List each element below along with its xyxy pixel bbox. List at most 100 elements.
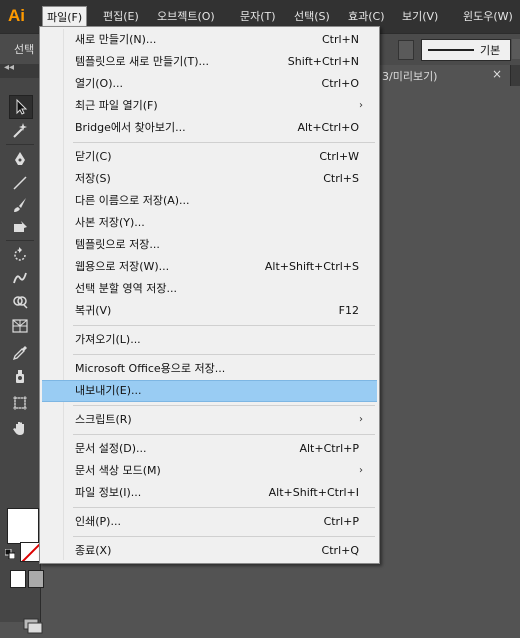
menu-effect[interactable]: 효과(C) <box>344 6 389 27</box>
menu-item-label: 종료(X) <box>75 544 112 557</box>
opacity-dropdown[interactable] <box>398 40 414 60</box>
menu-item-label: 템플릿으로 저장... <box>75 238 160 251</box>
menu-file[interactable]: 파일(F) <box>42 6 88 28</box>
warp-tool-icon[interactable] <box>9 267 31 289</box>
default-colors-icon[interactable] <box>4 548 16 560</box>
menu-separator <box>73 434 375 435</box>
style-dropdown[interactable]: 기본 <box>421 39 511 61</box>
menu-item-close[interactable]: 닫기(C) Ctrl+W <box>42 146 377 168</box>
menu-item-label: 복귀(V) <box>75 304 112 317</box>
menu-item-shortcut: F12 <box>338 304 359 317</box>
toolbar-divider <box>6 240 34 241</box>
menu-item-new[interactable]: 새로 만들기(N)... Ctrl+N <box>42 29 377 51</box>
menu-item-label: 새로 만들기(N)... <box>75 33 157 46</box>
menu-item-save[interactable]: 저장(S) Ctrl+S <box>42 168 377 190</box>
menu-item-save-selected-slices[interactable]: 선택 분할 영역 저장... <box>42 278 377 300</box>
menu-select[interactable]: 선택(S) <box>290 6 334 27</box>
rotate-tool-icon[interactable] <box>9 244 31 266</box>
menu-separator <box>73 325 375 326</box>
document-tab-label: 3/미리보기) <box>382 70 438 83</box>
menu-item-shortcut: Ctrl+N <box>321 33 359 46</box>
menu-item-label: 최근 파일 열기(F) <box>75 99 158 112</box>
menu-item-shortcut: Shift+Ctrl+N <box>287 55 359 68</box>
menu-item-document-color-mode[interactable]: 문서 색상 모드(M) › <box>42 460 377 482</box>
blob-brush-tool-icon[interactable] <box>9 216 31 238</box>
menu-item-browse-bridge[interactable]: Bridge에서 찾아보기... Alt+Ctrl+O <box>42 117 377 139</box>
menu-separator <box>73 405 375 406</box>
menu-separator <box>73 536 375 537</box>
menu-item-label: 웹용으로 저장(W)... <box>75 260 170 273</box>
menu-item-print[interactable]: 인쇄(P)... Ctrl+P <box>42 511 377 533</box>
menu-item-shortcut: Ctrl+P <box>323 515 359 528</box>
menu-item-label: 파일 정보(I)... <box>75 486 142 499</box>
menu-item-scripts[interactable]: 스크립트(R) › <box>42 409 377 431</box>
control-bar-selection-label: 선택 <box>14 43 35 56</box>
menu-item-label: 다른 이름으로 저장(A)... <box>75 194 190 207</box>
menu-item-save-for-web[interactable]: 웹용으로 저장(W)... Alt+Shift+Ctrl+S <box>42 256 377 278</box>
menu-item-shortcut: Alt+Ctrl+P <box>299 442 359 455</box>
menu-item-exit[interactable]: 종료(X) Ctrl+Q <box>42 540 377 562</box>
menu-item-shortcut: Ctrl+Q <box>321 544 359 557</box>
menu-edit[interactable]: 편집(E) <box>99 6 143 27</box>
eyedropper-tool-icon[interactable] <box>9 342 31 364</box>
submenu-arrow-icon: › <box>359 414 363 425</box>
menu-item-label: 스크립트(R) <box>75 413 132 426</box>
menu-item-label: 문서 설정(D)... <box>75 442 147 455</box>
menu-item-label: 가져오기(L)... <box>75 333 141 346</box>
menu-item-document-setup[interactable]: 문서 설정(D)... Alt+Ctrl+P <box>42 438 377 460</box>
menu-item-label: Bridge에서 찾아보기... <box>75 121 186 134</box>
line-tool-icon[interactable] <box>9 172 31 194</box>
menu-separator <box>73 507 375 508</box>
brush-tool-icon[interactable] <box>9 194 31 216</box>
menu-item-shortcut: Ctrl+O <box>321 77 359 90</box>
menu-item-label: 내보내기(E)... <box>75 384 142 397</box>
menu-item-open[interactable]: 열기(O)... Ctrl+O <box>42 73 377 95</box>
stroke-color-swatch[interactable] <box>20 542 40 562</box>
menu-item-shortcut: Alt+Shift+Ctrl+I <box>268 486 359 499</box>
screen-mode-icon[interactable] <box>22 617 46 635</box>
menu-item-new-from-template[interactable]: 템플릿으로 새로 만들기(T)... Shift+Ctrl+N <box>42 51 377 73</box>
menu-separator <box>73 354 375 355</box>
shape-builder-tool-icon[interactable] <box>9 290 31 312</box>
perspective-grid-tool-icon[interactable] <box>9 315 31 337</box>
document-tab[interactable]: 3/미리보기) × <box>368 65 511 86</box>
menu-item-export[interactable]: 내보내기(E)... <box>42 380 377 402</box>
menu-item-label: 열기(O)... <box>75 77 123 90</box>
menu-window[interactable]: 윈도우(W) <box>459 6 517 27</box>
collapse-panel-icon[interactable]: ◂◂ <box>4 62 14 73</box>
menu-item-save-copy[interactable]: 사본 저장(Y)... <box>42 212 377 234</box>
tools-panel: ◂◂ <box>0 62 44 634</box>
fill-color-swatch[interactable] <box>7 508 39 544</box>
menu-object[interactable]: 오브젝트(O) <box>153 6 219 27</box>
menu-separator <box>73 142 375 143</box>
symbol-sprayer-tool-icon[interactable] <box>9 365 31 387</box>
control-bar-corner-button[interactable] <box>512 39 520 59</box>
menu-view[interactable]: 보기(V) <box>398 6 442 27</box>
menu-item-save-as-template[interactable]: 템플릿으로 저장... <box>42 234 377 256</box>
selection-tool-icon[interactable] <box>9 95 33 119</box>
magic-wand-tool-icon[interactable] <box>9 119 31 141</box>
close-tab-icon[interactable]: × <box>492 67 502 81</box>
menu-item-save-for-office[interactable]: Microsoft Office용으로 저장... <box>42 358 377 380</box>
menu-item-revert[interactable]: 복귀(V) F12 <box>42 300 377 322</box>
menu-item-label: 템플릿으로 새로 만들기(T)... <box>75 55 209 68</box>
pen-tool-icon[interactable] <box>9 148 31 170</box>
menu-item-place[interactable]: 가져오기(L)... <box>42 329 377 351</box>
menu-item-open-recent[interactable]: 최근 파일 열기(F) › <box>42 95 377 117</box>
menu-item-label: 닫기(C) <box>75 150 112 163</box>
menu-item-label: Microsoft Office용으로 저장... <box>75 362 226 375</box>
gradient-mode-button[interactable] <box>28 570 44 588</box>
artboard-tool-icon[interactable] <box>9 392 31 414</box>
color-mode-button[interactable] <box>10 570 26 588</box>
menu-item-file-info[interactable]: 파일 정보(I)... Alt+Shift+Ctrl+I <box>42 482 377 504</box>
menu-item-save-as[interactable]: 다른 이름으로 저장(A)... <box>42 190 377 212</box>
tools-panel-header: ◂◂ <box>0 62 40 78</box>
submenu-arrow-icon: › <box>359 465 363 476</box>
menu-item-label: 선택 분할 영역 저장... <box>75 282 177 295</box>
menu-item-shortcut: Alt+Ctrl+O <box>297 121 359 134</box>
menu-item-label: 인쇄(P)... <box>75 515 121 528</box>
menu-type[interactable]: 문자(T) <box>236 6 280 27</box>
toolbar-divider <box>6 144 34 145</box>
hand-tool-icon[interactable] <box>9 417 31 439</box>
menu-item-shortcut: Alt+Shift+Ctrl+S <box>264 260 359 273</box>
